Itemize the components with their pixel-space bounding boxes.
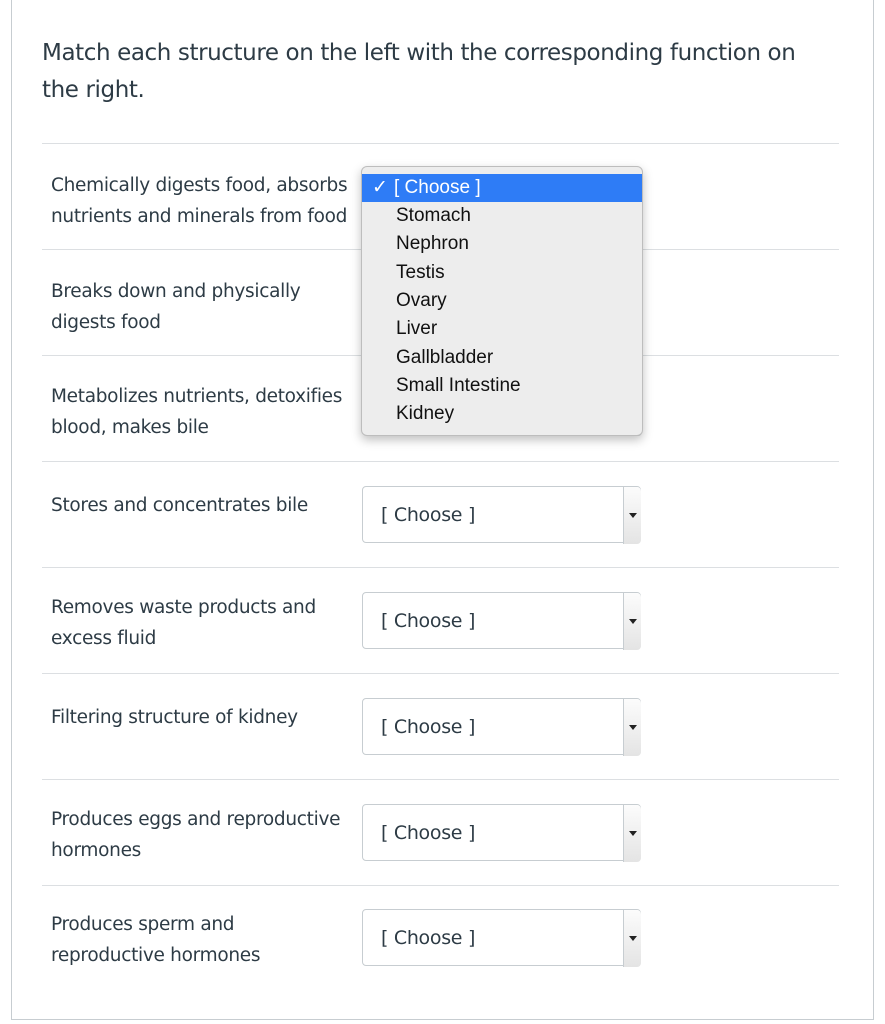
- chevron-down-icon[interactable]: [623, 805, 641, 862]
- answer-select[interactable]: [ Choose ]: [362, 698, 641, 756]
- label-line: Produces sperm and: [51, 914, 235, 935]
- dropdown-menu: ✓ [ Choose ] Stomach Nephron Testis Ovary…: [361, 166, 643, 436]
- question-prompt: Match each structure on the left with th…: [42, 40, 796, 103]
- divider: [42, 143, 839, 144]
- match-row-label: Filtering structure of kidney: [51, 702, 361, 733]
- option-label: [ Choose ]: [394, 177, 481, 198]
- dropdown-option-nephron[interactable]: Nephron: [362, 230, 642, 258]
- label-line: blood, makes bile: [51, 417, 209, 438]
- label-line: Chemically digests food, absorbs: [51, 175, 348, 196]
- match-row-label: Chemically digests food, absorbs nutrien…: [51, 170, 361, 232]
- select-value: [ Choose ]: [381, 716, 476, 738]
- checkmark-icon: ✓: [372, 177, 388, 198]
- label-line: digests food: [51, 312, 161, 333]
- dropdown-option-kidney[interactable]: Kidney: [362, 400, 642, 428]
- chevron-down-icon[interactable]: [623, 487, 641, 544]
- match-row-label: Metabolizes nutrients, detoxifies blood,…: [51, 381, 361, 443]
- label-line: reproductive hormones: [51, 945, 261, 966]
- label-line: hormones: [51, 840, 142, 861]
- label-line: Breaks down and physically: [51, 281, 301, 302]
- dropdown-option-choose[interactable]: ✓ [ Choose ]: [362, 174, 642, 202]
- chevron-down-icon[interactable]: [623, 910, 641, 967]
- select-value: [ Choose ]: [381, 610, 476, 632]
- match-row-label: Removes waste products and excess fluid: [51, 592, 361, 654]
- match-row-label: Breaks down and physically digests food: [51, 276, 361, 338]
- dropdown-option-testis[interactable]: Testis: [362, 259, 642, 287]
- match-row-label: Produces sperm and reproductive hormones: [51, 909, 361, 971]
- dropdown-option-small-intestine[interactable]: Small Intestine: [362, 372, 642, 400]
- dropdown-option-stomach[interactable]: Stomach: [362, 202, 642, 230]
- label-line: Filtering structure of kidney: [51, 707, 298, 728]
- divider: [42, 567, 839, 568]
- answer-select[interactable]: [ Choose ]: [362, 592, 641, 650]
- divider: [42, 461, 839, 462]
- label-line: Produces eggs and reproductive: [51, 809, 341, 830]
- select-value: [ Choose ]: [381, 504, 476, 526]
- select-value: [ Choose ]: [381, 927, 476, 949]
- label-line: nutrients and minerals from food: [51, 206, 348, 227]
- match-row-label: Produces eggs and reproductive hormones: [51, 804, 361, 866]
- chevron-down-icon[interactable]: [623, 699, 641, 756]
- chevron-down-icon[interactable]: [623, 593, 641, 650]
- answer-select[interactable]: [ Choose ]: [362, 486, 641, 544]
- match-row-label: Stores and concentrates bile: [51, 490, 361, 521]
- answer-select[interactable]: [ Choose ]: [362, 909, 641, 967]
- divider: [42, 779, 839, 780]
- answer-select[interactable]: [ Choose ]: [362, 804, 641, 862]
- divider: [42, 673, 839, 674]
- label-line: Stores and concentrates bile: [51, 495, 308, 516]
- divider: [42, 885, 839, 886]
- label-line: excess fluid: [51, 628, 157, 649]
- label-line: Metabolizes nutrients, detoxifies: [51, 386, 343, 407]
- dropdown-option-gallbladder[interactable]: Gallbladder: [362, 344, 642, 372]
- dropdown-option-liver[interactable]: Liver: [362, 315, 642, 343]
- dropdown-option-ovary[interactable]: Ovary: [362, 287, 642, 315]
- label-line: Removes waste products and: [51, 597, 316, 618]
- select-value: [ Choose ]: [381, 822, 476, 844]
